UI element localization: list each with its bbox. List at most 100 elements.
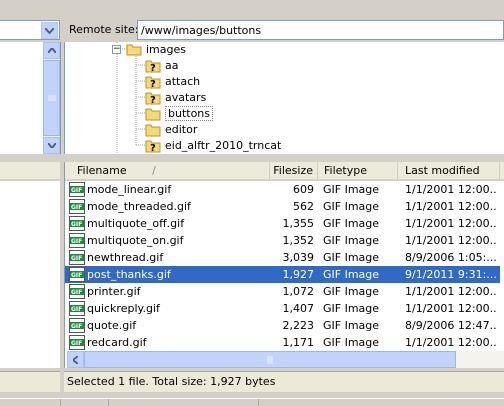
scroll-left-button[interactable]: [67, 351, 84, 368]
file-row[interactable]: GIF mode_linear.gif 609 GIF Image 1/1/2001 1…: [65, 181, 504, 198]
svg-text:GIF: GIF: [71, 204, 82, 211]
svg-text:?: ?: [150, 143, 156, 153]
chevron-down-icon: [47, 143, 56, 148]
file-row[interactable]: GIF printer.gif 1,072 GIF Image 1/1/2001 12:…: [65, 283, 504, 300]
svg-text:GIF: GIF: [71, 306, 82, 313]
file-size: 3,039: [282, 251, 315, 264]
folder-unknown-icon: ?: [145, 60, 161, 73]
folder-icon: [145, 124, 161, 136]
column-label: Filesize: [273, 164, 313, 177]
file-size: 1,352: [282, 234, 315, 247]
tree-label: buttons: [165, 105, 214, 121]
column-label: Filetype: [324, 164, 367, 177]
folder-open-icon: [145, 108, 161, 120]
tree-item-eid-alftr-2010-trncat[interactable]: ? eid_alftr_2010_trncat: [145, 137, 281, 153]
svg-text:?: ?: [150, 63, 156, 73]
gif-file-icon: GIF: [69, 182, 85, 197]
file-rows: GIF mode_linear.gif 609 GIF Image 1/1/2001 1…: [65, 181, 504, 351]
svg-text:GIF: GIF: [71, 255, 82, 262]
file-row[interactable]: GIF post_thanks.gif 1,927 GIF Image 9/1/2011…: [65, 266, 504, 283]
file-modified: 1/1/2001 12:00...: [405, 217, 497, 230]
gif-file-icon: GIF: [69, 233, 85, 248]
local-tree-scrollbar[interactable]: [43, 42, 60, 154]
file-type: GIF Image: [323, 319, 380, 332]
file-size: 2,223: [282, 319, 315, 332]
file-row[interactable]: GIF newthread.gif 3,039 GIF Image 8/9/2006 1…: [65, 249, 504, 266]
local-list-header: [0, 162, 60, 181]
remote-site-path-input[interactable]: /www/images/buttons: [137, 20, 504, 40]
gif-file-icon: GIF: [69, 335, 85, 350]
svg-text:GIF: GIF: [71, 340, 82, 347]
collapse-toggle-icon[interactable]: −: [112, 44, 121, 54]
gif-file-icon: GIF: [69, 216, 85, 231]
remote-site-bar: Remote site: /www/images/buttons: [64, 20, 504, 40]
gif-file-icon: GIF: [69, 318, 85, 333]
column-header-filetype[interactable]: Filetype: [318, 162, 398, 181]
file-type: GIF Image: [323, 183, 380, 196]
file-name: quote.gif: [87, 319, 137, 332]
file-modified: 8/9/2006 12:47...: [405, 319, 497, 332]
file-size: 1,072: [282, 285, 315, 298]
folder-unknown-icon: ?: [145, 92, 161, 105]
tree-item-attach[interactable]: ? attach: [145, 73, 200, 89]
column-label: Last modified: [405, 164, 480, 177]
file-row[interactable]: GIF quote.gif 2,223 GIF Image 8/9/2006 12:47…: [65, 317, 504, 334]
file-name: post_thanks.gif: [87, 268, 171, 281]
svg-text:GIF: GIF: [71, 221, 82, 228]
svg-text:?: ?: [150, 95, 156, 105]
tree-label: editor: [165, 122, 198, 136]
file-modified: 1/1/2001 12:00...: [405, 200, 497, 213]
file-name: multiquote_on.gif: [87, 234, 184, 247]
tree-item-buttons[interactable]: buttons: [145, 105, 214, 121]
local-tree-pane: [0, 42, 61, 154]
folder-unknown-icon: ?: [145, 76, 161, 89]
local-site-dropdown-button[interactable]: [41, 22, 58, 39]
svg-text:GIF: GIF: [71, 323, 82, 330]
tree-item-editor[interactable]: editor: [145, 121, 197, 137]
local-file-list: [0, 162, 60, 368]
remote-file-list: Filename / Filesize Filetype Last modifi…: [64, 162, 504, 368]
file-name: redcard.gif: [87, 336, 147, 349]
file-row[interactable]: GIF mode_threaded.gif 562 GIF Image 1/1/2001…: [65, 198, 504, 215]
remote-tree-pane: − images ? aa ? attach ? avatars buttons…: [64, 42, 504, 154]
file-type: GIF Image: [323, 336, 380, 349]
tree-item-aa[interactable]: ? aa: [145, 57, 178, 73]
tree-item-avatars[interactable]: ? avatars: [145, 89, 206, 105]
file-name: quickreply.gif: [87, 302, 160, 315]
column-header-permissions[interactable]: [500, 162, 504, 181]
file-name: newthread.gif: [87, 251, 164, 264]
file-modified: 8/9/2006 1:05:...: [405, 251, 497, 264]
file-modified: 1/1/2001 12:00...: [405, 302, 497, 315]
file-size: 562: [293, 200, 314, 213]
local-site-combo[interactable]: [0, 20, 60, 40]
column-header-filename[interactable]: Filename /: [65, 162, 270, 181]
file-modified: 1/1/2001 12:00...: [405, 285, 497, 298]
file-size: 1,171: [282, 336, 315, 349]
file-row[interactable]: GIF quickreply.gif 1,407 GIF Image 1/1/2001 …: [65, 300, 504, 317]
folder-icon: [126, 44, 142, 56]
file-name: mode_linear.gif: [87, 183, 172, 196]
svg-text:GIF: GIF: [71, 187, 82, 194]
tree-label: aa: [165, 58, 179, 72]
file-size: 609: [293, 183, 314, 196]
scroll-up-button[interactable]: [43, 42, 60, 59]
scroll-thumb[interactable]: [84, 351, 456, 368]
file-type: GIF Image: [323, 302, 380, 315]
file-modified: 1/1/2001 12:00...: [405, 234, 497, 247]
horizontal-scrollbar[interactable]: [67, 351, 504, 368]
file-type: GIF Image: [323, 285, 380, 298]
scroll-down-button[interactable]: [43, 137, 60, 154]
column-header-last-modified[interactable]: Last modified: [398, 162, 500, 181]
column-label: Filename: [77, 164, 127, 177]
file-modified: 1/1/2001 12:00...: [405, 183, 497, 196]
file-row[interactable]: GIF redcard.gif 1,171 GIF Image 1/1/2001 12:…: [65, 334, 504, 351]
file-row[interactable]: GIF multiquote_on.gif 1,352 GIF Image 1/1/20…: [65, 232, 504, 249]
remote-site-label: Remote site:: [69, 23, 139, 36]
file-name: multiquote_off.gif: [87, 217, 185, 230]
column-header-filesize[interactable]: Filesize: [270, 162, 318, 181]
tree-item-images[interactable]: − images: [112, 42, 186, 57]
gif-file-icon: GIF: [69, 199, 85, 214]
gif-file-icon: GIF: [69, 284, 85, 299]
file-row[interactable]: GIF multiquote_off.gif 1,355 GIF Image 1/1/2…: [65, 215, 504, 232]
scroll-thumb[interactable]: [43, 60, 60, 136]
